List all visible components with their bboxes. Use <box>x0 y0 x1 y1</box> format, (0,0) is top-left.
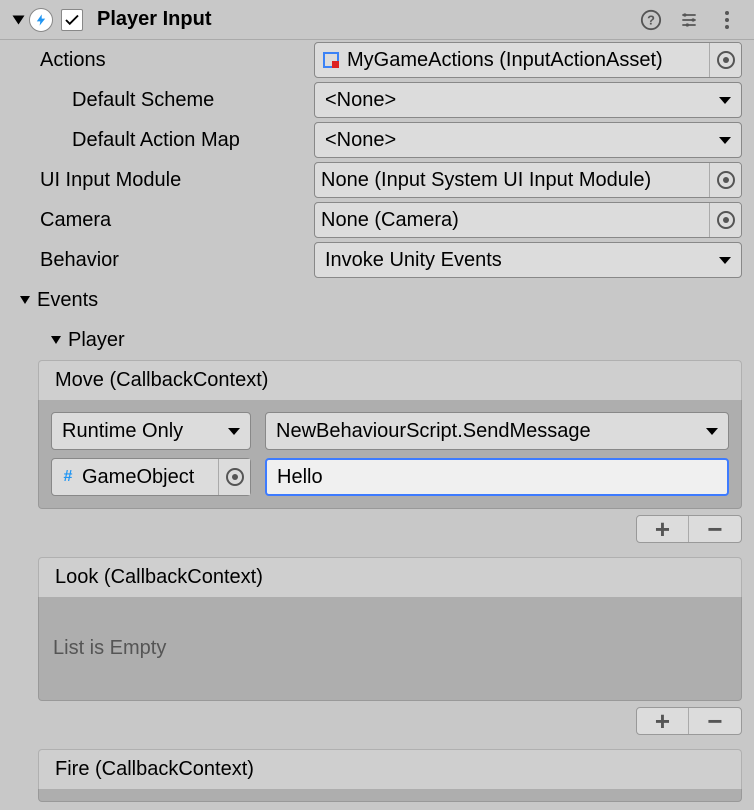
function-dropdown[interactable]: NewBehaviourScript.SendMessage <box>265 412 729 450</box>
camera-field[interactable]: None (Camera) <box>314 202 742 238</box>
default-actionmap-dropdown[interactable]: <None> <box>314 122 742 158</box>
default-scheme-value: <None> <box>325 89 711 112</box>
function-value: NewBehaviourScript.SendMessage <box>276 420 698 443</box>
actions-value: MyGameActions (InputActionAsset) <box>347 49 709 72</box>
chevron-down-icon <box>719 137 731 144</box>
help-icon[interactable]: ? <box>636 5 666 35</box>
ui-input-value: None (Input System UI Input Module) <box>321 169 709 192</box>
ui-input-label: UI Input Module <box>40 169 314 192</box>
camera-picker[interactable] <box>709 203 741 237</box>
move-header: Move (CallbackContext) <box>38 360 742 400</box>
events-label: Events <box>37 289 98 312</box>
actions-label: Actions <box>40 49 314 72</box>
events-foldout[interactable] <box>20 296 30 304</box>
callstate-dropdown[interactable]: Runtime Only <box>51 412 251 450</box>
player-foldout[interactable] <box>51 336 61 344</box>
remove-listener-button[interactable]: − <box>689 516 741 542</box>
component-title: Player Input <box>97 8 628 31</box>
presets-icon[interactable] <box>674 5 704 35</box>
default-scheme-label: Default Scheme <box>72 89 314 112</box>
ui-input-field[interactable]: None (Input System UI Input Module) <box>314 162 742 198</box>
target-field[interactable]: # GameObject <box>51 458 251 496</box>
component-foldout[interactable] <box>13 15 25 24</box>
camera-label: Camera <box>40 209 314 232</box>
actions-picker[interactable] <box>709 43 741 77</box>
script-icon <box>29 8 53 32</box>
behavior-label: Behavior <box>40 249 314 272</box>
player-label: Player <box>68 329 125 352</box>
behavior-value: Invoke Unity Events <box>325 249 711 272</box>
default-actionmap-value: <None> <box>325 129 711 152</box>
asset-icon <box>321 50 341 70</box>
default-actionmap-label: Default Action Map <box>72 129 314 152</box>
remove-listener-button[interactable]: − <box>689 708 741 734</box>
behavior-dropdown[interactable]: Invoke Unity Events <box>314 242 742 278</box>
svg-text:?: ? <box>647 12 655 27</box>
enable-checkbox[interactable] <box>61 9 83 31</box>
menu-icon[interactable] <box>712 5 742 35</box>
look-empty: List is Empty <box>51 609 729 688</box>
add-listener-button[interactable]: + <box>637 708 689 734</box>
camera-value: None (Camera) <box>321 209 709 232</box>
chevron-down-icon <box>228 428 240 435</box>
chevron-down-icon <box>719 97 731 104</box>
look-header: Look (CallbackContext) <box>38 557 742 597</box>
ui-input-picker[interactable] <box>709 163 741 197</box>
argument-input[interactable] <box>265 458 729 496</box>
callstate-value: Runtime Only <box>62 420 220 443</box>
fire-header: Fire (CallbackContext) <box>38 749 742 789</box>
target-value: GameObject <box>82 466 218 489</box>
chevron-down-icon <box>719 257 731 264</box>
actions-field[interactable]: MyGameActions (InputActionAsset) <box>314 42 742 78</box>
target-picker[interactable] <box>218 459 250 495</box>
chevron-down-icon <box>706 428 718 435</box>
default-scheme-dropdown[interactable]: <None> <box>314 82 742 118</box>
hash-icon: # <box>58 467 78 487</box>
add-listener-button[interactable]: + <box>637 516 689 542</box>
